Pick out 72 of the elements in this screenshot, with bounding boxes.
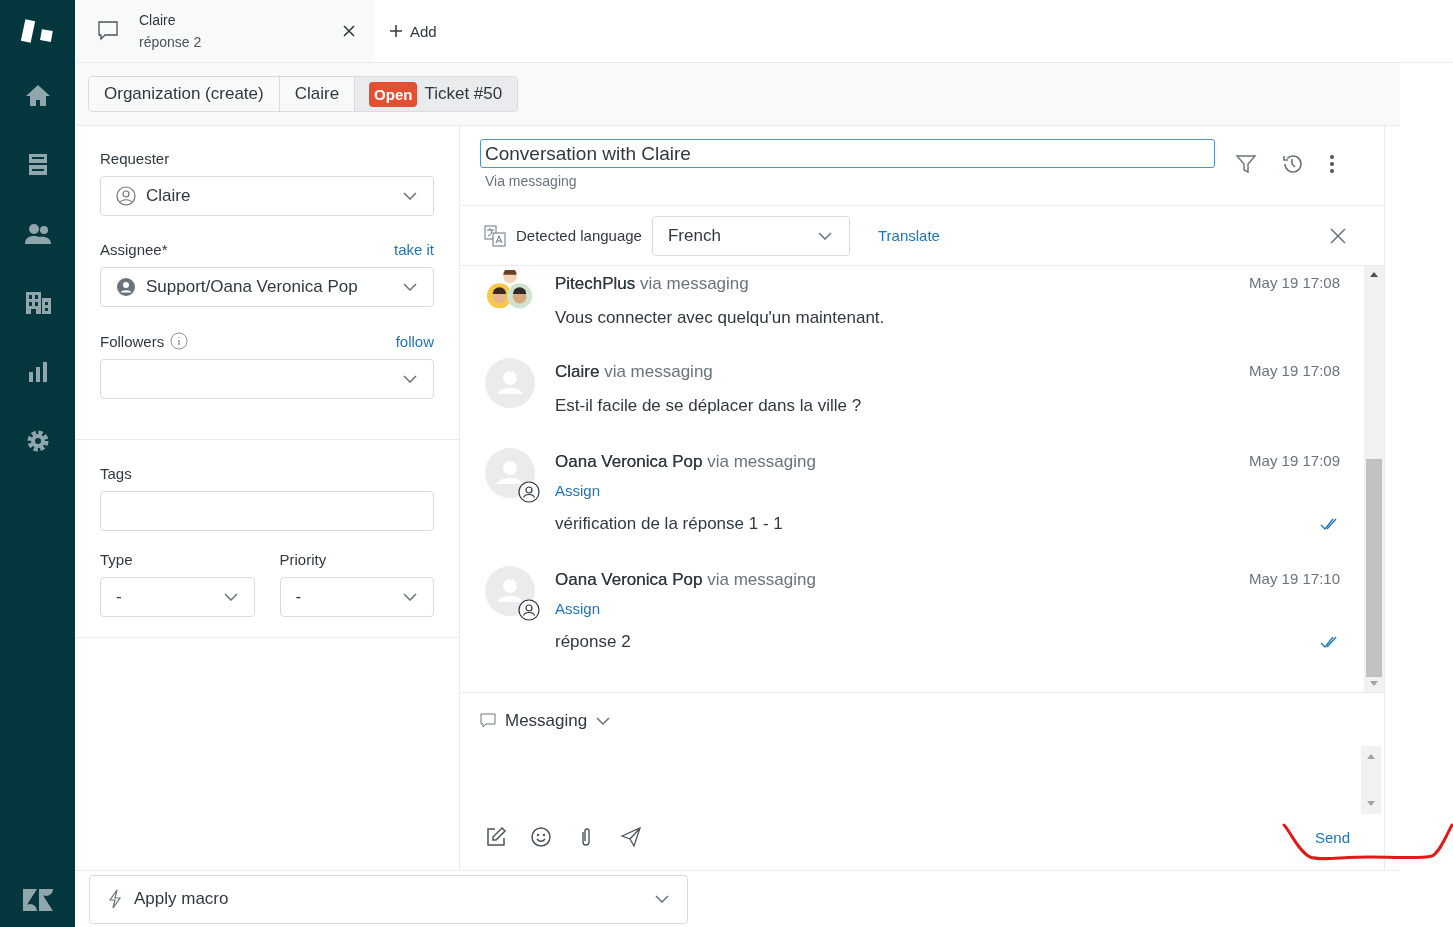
tab-subtitle: réponse 2 (139, 34, 203, 50)
lightning-icon (108, 889, 122, 909)
follow-link[interactable]: follow (395, 332, 434, 350)
subject-field[interactable]: Conversation with Claire (480, 139, 1215, 168)
priority-select[interactable]: - (279, 577, 434, 617)
message-time: May 19 17:10 (1249, 570, 1340, 589)
logo-icon (20, 18, 55, 46)
ticket-breadcrumb[interactable]: Open Ticket #50 (355, 77, 518, 111)
tags-field[interactable] (100, 491, 434, 531)
chevron-down-icon (223, 593, 238, 601)
agent-badge-icon (518, 599, 540, 621)
apply-macro-field[interactable]: Apply macro (89, 874, 688, 924)
message-text: Est-il facile de se déplacer dans la ville ? (555, 396, 862, 416)
close-icon[interactable] (343, 25, 355, 37)
type-select[interactable]: - (100, 577, 255, 617)
emoji-icon[interactable] (530, 826, 552, 848)
chat-bubble-icon (97, 20, 119, 42)
chevron-down-icon (403, 593, 417, 601)
assignee-select[interactable]: Support/Oana Veronica Pop (100, 267, 434, 307)
translate-icon (484, 224, 506, 247)
chevron-down-icon (596, 717, 611, 725)
message-author: Oana Veronica Pop via messaging (555, 570, 816, 590)
info-icon[interactable] (170, 332, 189, 350)
field-label: Requester (100, 150, 170, 167)
message-author: Claire via messaging (555, 362, 713, 382)
avatar-icon (116, 277, 136, 297)
status-badge: Open (369, 81, 418, 107)
chevron-down-icon (817, 231, 832, 240)
chevron-down-icon (403, 283, 417, 291)
plus-icon (390, 25, 402, 37)
message-author: PitechPlus via messaging (555, 274, 749, 294)
field-label: Tags (100, 465, 132, 482)
user-avatar-icon (485, 566, 535, 616)
send-button[interactable]: Send (1308, 827, 1356, 847)
field-label: Assignee* (100, 241, 168, 258)
ticket-label: Ticket #50 (424, 84, 503, 104)
agent-badge-icon (518, 481, 540, 503)
message-time: May 19 17:08 (1249, 362, 1340, 381)
message-time: May 19 17:08 (1249, 274, 1340, 293)
field-label: Priority (279, 551, 327, 568)
chevron-down-icon (403, 375, 417, 383)
message-text: réponse 2 (555, 632, 631, 652)
ticket-tab[interactable]: Claire réponse 2 (75, 0, 375, 62)
chevron-down-icon (655, 895, 669, 903)
tab-title: Claire (139, 12, 177, 28)
channel-label: Via messaging (484, 173, 578, 189)
message-text: Vous connecter avec quelqu'un maintenant. (555, 308, 885, 328)
scrollbar[interactable] (1364, 266, 1384, 692)
language-select[interactable]: French (651, 215, 850, 256)
chat-bubble-icon (480, 713, 496, 729)
more-options-icon[interactable] (1327, 153, 1337, 175)
user-avatar-icon (485, 448, 535, 498)
assign-link[interactable]: Assign (555, 600, 601, 617)
breadcrumb-item[interactable]: Organization (create) (89, 77, 280, 111)
close-icon[interactable] (1330, 227, 1346, 244)
field-label: Type (100, 551, 133, 568)
history-icon[interactable] (1281, 153, 1303, 175)
message-time: May 19 17:09 (1249, 452, 1340, 471)
field-label: Followers (100, 332, 165, 350)
requester-select[interactable]: Claire (100, 176, 434, 216)
assign-link[interactable]: Assign (555, 482, 601, 499)
take-it-link[interactable]: take it (393, 241, 434, 258)
user-icon (116, 186, 136, 206)
send-icon[interactable] (620, 826, 642, 848)
translate-link[interactable]: Translate (877, 227, 940, 244)
chevron-down-icon (403, 192, 417, 200)
message-text: vérification de la réponse 1 - 1 (555, 514, 783, 534)
detected-language-label: Detected language (516, 227, 642, 244)
edit-icon[interactable] (485, 826, 507, 848)
filter-icon[interactable] (1235, 153, 1257, 175)
message-author: Oana Veronica Pop via messaging (555, 452, 816, 472)
channel-switcher[interactable]: Messaging (480, 711, 611, 731)
